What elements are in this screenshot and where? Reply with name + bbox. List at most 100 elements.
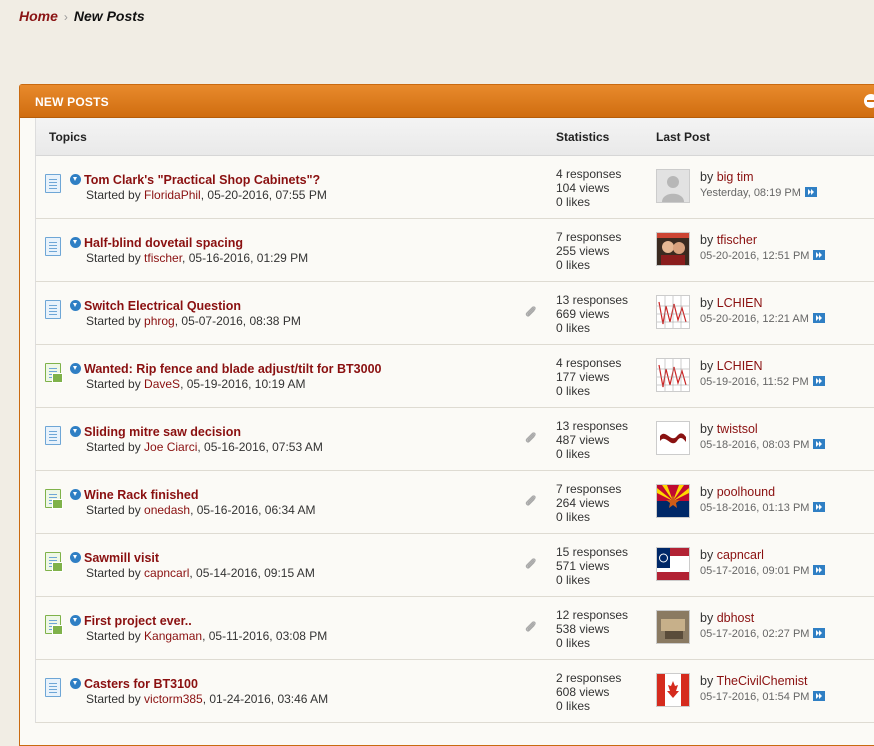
- started-prefix: Started by: [86, 692, 145, 706]
- author-link[interactable]: onedash: [144, 503, 190, 517]
- topic-title-link[interactable]: First project ever..: [84, 614, 192, 628]
- topic-row: First project ever.. Started by Kangaman…: [35, 597, 874, 660]
- last-post-date-text: 05-18-2016, 01:13 PM: [700, 502, 810, 514]
- last-post-user: by LCHIEN: [700, 359, 763, 373]
- last-post-date-text: 05-17-2016, 02:27 PM: [700, 628, 810, 640]
- topic-title-link[interactable]: Wanted: Rip fence and blade adjust/tilt …: [84, 362, 382, 376]
- views-count: 255 views: [556, 244, 610, 258]
- first-unread-icon[interactable]: [70, 174, 81, 185]
- last-post-user-link[interactable]: twistsol: [717, 422, 758, 436]
- paperclip-icon: [524, 620, 538, 634]
- first-unread-icon[interactable]: [70, 489, 81, 500]
- started-date: , 05-16-2016, 07:53 AM: [197, 440, 323, 454]
- responses-count: 13 responses: [556, 293, 629, 307]
- avatar[interactable]: [656, 421, 690, 455]
- document-icon: [45, 678, 61, 697]
- views-count: 264 views: [556, 496, 610, 510]
- column-header: Topics Statistics Last Post: [35, 118, 874, 156]
- first-unread-icon[interactable]: [70, 426, 81, 437]
- avatar[interactable]: [656, 232, 690, 266]
- topic-title-link[interactable]: Casters for BT3100: [84, 677, 198, 691]
- breadcrumb-separator: ›: [63, 10, 68, 24]
- responses-count: 7 responses: [556, 230, 622, 244]
- new-posts-panel: NEW POSTS Topics Statistics Last Post To…: [19, 84, 874, 746]
- last-post-user-link[interactable]: big tim: [717, 170, 754, 184]
- author-link[interactable]: Joe Ciarci: [144, 440, 197, 454]
- topic-row: Switch Electrical Question Started by ph…: [35, 282, 874, 345]
- avatar[interactable]: [656, 673, 690, 707]
- started-by: Started by phrog, 05-07-2016, 08:38 PM: [86, 314, 301, 328]
- last-post-user-link[interactable]: tfischer: [717, 233, 757, 247]
- last-post-user-link[interactable]: dbhost: [717, 611, 755, 625]
- last-post-date-text: 05-18-2016, 08:03 PM: [700, 439, 810, 451]
- likes-count: 0 likes: [556, 636, 591, 650]
- avatar[interactable]: [656, 169, 690, 203]
- first-unread-icon[interactable]: [70, 300, 81, 311]
- document-icon: [45, 426, 61, 445]
- go-to-last-post-icon[interactable]: [812, 376, 825, 386]
- last-post-user-link[interactable]: poolhound: [717, 485, 775, 499]
- last-by-prefix: by: [700, 233, 717, 247]
- author-link[interactable]: victorm385: [144, 692, 203, 706]
- avatar[interactable]: [656, 610, 690, 644]
- started-by: Started by DaveS, 05-19-2016, 10:19 AM: [86, 377, 305, 391]
- topic-row: Wine Rack finished Started by onedash, 0…: [35, 471, 874, 534]
- last-post-user-link[interactable]: LCHIEN: [717, 359, 763, 373]
- started-date: , 01-24-2016, 03:46 AM: [202, 692, 329, 706]
- first-unread-icon[interactable]: [70, 552, 81, 563]
- go-to-last-post-icon[interactable]: [812, 313, 825, 323]
- author-link[interactable]: capncarl: [144, 566, 189, 580]
- started-date: , 05-11-2016, 03:08 PM: [202, 629, 328, 643]
- first-unread-icon[interactable]: [70, 615, 81, 626]
- last-post-user-link[interactable]: capncarl: [717, 548, 764, 562]
- last-by-prefix: by: [700, 674, 717, 688]
- responses-count: 2 responses: [556, 671, 622, 685]
- last-post-user-link[interactable]: TheCivilChemist: [716, 674, 807, 688]
- first-unread-icon[interactable]: [70, 237, 81, 248]
- topic-statistics: 7 responses 264 views 0 likes: [556, 482, 621, 524]
- last-post-user: by capncarl: [700, 548, 764, 562]
- topic-title-link[interactable]: Sliding mitre saw decision: [84, 425, 241, 439]
- author-link[interactable]: DaveS: [144, 377, 180, 391]
- author-link[interactable]: Kangaman: [144, 629, 202, 643]
- avatar[interactable]: [656, 484, 690, 518]
- avatar[interactable]: [656, 547, 690, 581]
- topic-title-link[interactable]: Switch Electrical Question: [84, 299, 241, 313]
- views-count: 177 views: [556, 370, 610, 384]
- author-link[interactable]: FloridaPhil: [144, 188, 201, 202]
- last-by-prefix: by: [700, 422, 717, 436]
- avatar[interactable]: [656, 295, 690, 329]
- views-count: 538 views: [556, 622, 610, 636]
- author-link[interactable]: phrog: [144, 314, 175, 328]
- go-to-last-post-icon[interactable]: [804, 187, 817, 197]
- topic-row: Tom Clark's "Practical Shop Cabinets"? S…: [35, 156, 874, 219]
- column-statistics: Statistics: [556, 130, 610, 144]
- breadcrumb-home-link[interactable]: Home: [19, 8, 58, 24]
- first-unread-icon[interactable]: [70, 363, 81, 374]
- started-prefix: Started by: [86, 377, 145, 391]
- go-to-last-post-icon[interactable]: [813, 628, 826, 638]
- topic-title-link[interactable]: Half-blind dovetail spacing: [84, 236, 243, 250]
- started-prefix: Started by: [86, 440, 145, 454]
- go-to-last-post-icon[interactable]: [813, 250, 826, 260]
- author-link[interactable]: tfischer: [144, 251, 182, 265]
- column-topics: Topics: [49, 130, 87, 144]
- breadcrumb-current: New Posts: [73, 8, 145, 24]
- started-date: , 05-16-2016, 01:29 PM: [182, 251, 309, 265]
- collapse-icon[interactable]: [864, 94, 874, 108]
- go-to-last-post-icon[interactable]: [813, 502, 826, 512]
- go-to-last-post-icon[interactable]: [813, 565, 826, 575]
- topic-title-link[interactable]: Sawmill visit: [84, 551, 159, 565]
- paperclip-icon: [524, 305, 538, 319]
- go-to-last-post-icon[interactable]: [813, 439, 826, 449]
- first-unread-icon[interactable]: [70, 678, 81, 689]
- likes-count: 0 likes: [556, 195, 591, 209]
- hot-topic-icon: [45, 552, 63, 572]
- avatar[interactable]: [656, 358, 690, 392]
- go-to-last-post-icon[interactable]: [813, 691, 826, 701]
- topic-title-link[interactable]: Tom Clark's "Practical Shop Cabinets"?: [84, 173, 320, 187]
- topic-title-link[interactable]: Wine Rack finished: [84, 488, 199, 502]
- last-post-date-text: 05-19-2016, 11:52 PM: [700, 376, 809, 388]
- topic-statistics: 12 responses 538 views 0 likes: [556, 608, 628, 650]
- last-post-user-link[interactable]: LCHIEN: [717, 296, 763, 310]
